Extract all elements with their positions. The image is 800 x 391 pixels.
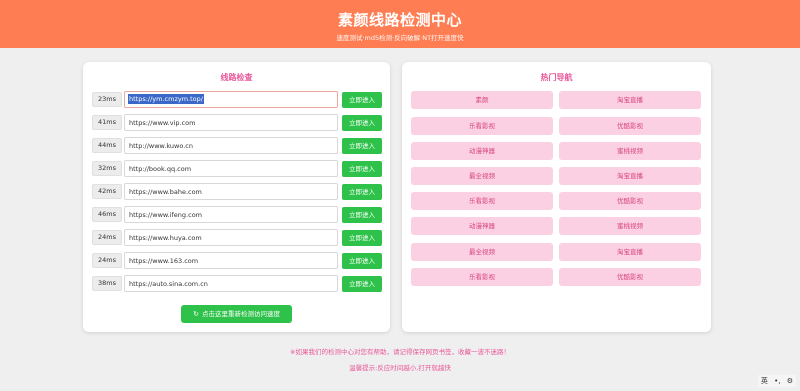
ime-punctuation[interactable]: •, bbox=[774, 377, 780, 385]
redetect-button[interactable]: ↻ 点击这里重新检测访问速度 bbox=[181, 305, 292, 323]
nav-link[interactable]: 优酷影视 bbox=[559, 268, 701, 286]
line-row: 44ms 立即进入 bbox=[92, 137, 382, 154]
enter-button[interactable]: 立即进入 bbox=[342, 115, 382, 131]
nav-link[interactable]: 蜜桃视频 bbox=[559, 217, 701, 235]
gear-icon[interactable]: ⚙ bbox=[787, 377, 793, 385]
latency-badge: 24ms bbox=[92, 253, 122, 268]
header: 素颜线路检测中心 速度测试·md5检测·反向破解·NT打开速度快 bbox=[0, 0, 800, 48]
line-check-title: 线路检查 bbox=[220, 73, 253, 82]
latency-badge: 38ms bbox=[92, 276, 122, 291]
latency-badge: 46ms bbox=[92, 207, 122, 222]
refresh-icon: ↻ bbox=[193, 310, 199, 318]
url-field[interactable] bbox=[124, 114, 338, 131]
ime-toolbar[interactable]: 英 •, ⚙ bbox=[757, 375, 796, 387]
nav-link[interactable]: 优酷影视 bbox=[559, 117, 701, 135]
redetect-label: 点击这里重新检测访问速度 bbox=[201, 310, 280, 318]
line-row: 41ms 立即进入 bbox=[92, 114, 382, 131]
hot-nav-panel: 热门导航 素颜 淘宝直播 乐看影视 优酷影视 动漫神器 蜜桃视频 最全视频 淘宝… bbox=[402, 62, 711, 332]
latency-badge: 24ms bbox=[92, 230, 122, 245]
nav-link[interactable]: 蜜桃视频 bbox=[559, 142, 701, 160]
nav-link[interactable]: 淘宝直播 bbox=[559, 243, 701, 261]
bookmark-notice: ※如果我们的检测中心对您有帮助，请记得保存网页书签，收藏一波不迷路！ bbox=[290, 348, 510, 356]
enter-button[interactable]: 立即进入 bbox=[342, 207, 382, 223]
enter-button[interactable]: 立即进入 bbox=[342, 276, 382, 292]
enter-button[interactable]: 立即进入 bbox=[342, 253, 382, 269]
url-field[interactable] bbox=[124, 275, 338, 292]
latency-badge: 44ms bbox=[92, 138, 122, 153]
ime-language[interactable]: 英 bbox=[761, 377, 768, 385]
line-row: 42ms 立即进入 bbox=[92, 183, 382, 200]
nav-link[interactable]: 淘宝直播 bbox=[559, 167, 701, 185]
page-subtitle: 速度测试·md5检测·反向破解·NT打开速度快 bbox=[336, 34, 464, 42]
nav-link[interactable]: 素颜 bbox=[411, 91, 553, 109]
line-row: 24ms 立即进入 bbox=[92, 229, 382, 246]
line-row: 38ms 立即进入 bbox=[92, 275, 382, 292]
nav-link[interactable]: 乐看影视 bbox=[411, 268, 553, 286]
latency-badge: 42ms bbox=[92, 184, 122, 199]
url-field[interactable] bbox=[124, 137, 338, 154]
url-field[interactable] bbox=[124, 183, 338, 200]
nav-link[interactable]: 动漫神器 bbox=[411, 142, 553, 160]
url-field[interactable] bbox=[124, 206, 338, 223]
enter-button[interactable]: 立即进入 bbox=[342, 184, 382, 200]
nav-link[interactable]: 乐看影视 bbox=[411, 117, 553, 135]
hot-nav-title: 热门导航 bbox=[540, 73, 573, 82]
url-field[interactable] bbox=[124, 252, 338, 269]
line-check-panel: 线路检查 23ms https://ym.cmzym.top/ 立即进入 41m… bbox=[83, 62, 390, 332]
line-row: 24ms 立即进入 bbox=[92, 252, 382, 269]
enter-button[interactable]: 立即进入 bbox=[342, 138, 382, 154]
latency-badge: 23ms bbox=[92, 92, 122, 107]
nav-link[interactable]: 动漫神器 bbox=[411, 217, 553, 235]
latency-badge: 32ms bbox=[92, 161, 122, 176]
enter-button[interactable]: 立即进入 bbox=[342, 161, 382, 177]
page-title: 素颜线路检测中心 bbox=[337, 11, 462, 29]
line-row: 46ms 立即进入 bbox=[92, 206, 382, 223]
latency-badge: 41ms bbox=[92, 115, 122, 130]
enter-button[interactable]: 立即进入 bbox=[342, 92, 382, 108]
url-field[interactable] bbox=[124, 229, 338, 246]
speed-tip: 温馨提示:反应时间越小,打开就越快 bbox=[349, 364, 451, 372]
nav-link[interactable]: 最全视频 bbox=[411, 243, 553, 261]
nav-link[interactable]: 乐看影视 bbox=[411, 192, 553, 210]
url-field[interactable] bbox=[124, 160, 338, 177]
nav-link[interactable]: 淘宝直播 bbox=[559, 91, 701, 109]
enter-button[interactable]: 立即进入 bbox=[342, 230, 382, 246]
line-row: 32ms 立即进入 bbox=[92, 160, 382, 177]
nav-link[interactable]: 最全视频 bbox=[411, 167, 553, 185]
line-row: 23ms https://ym.cmzym.top/ 立即进入 bbox=[92, 91, 382, 108]
nav-link[interactable]: 优酷影视 bbox=[559, 192, 701, 210]
url-selected-text: https://ym.cmzym.top/ bbox=[128, 94, 204, 104]
